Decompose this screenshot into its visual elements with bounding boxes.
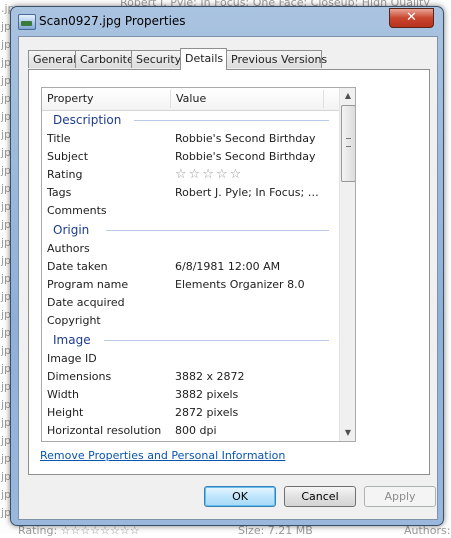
remove-properties-link[interactable]: Remove Properties and Personal Informati… <box>40 449 285 462</box>
group-label: Origin <box>53 223 90 237</box>
property-name: Date acquired <box>47 296 125 309</box>
properties-dialog: Scan0927.jpg Properties ✕ General Carbon… <box>10 6 444 526</box>
scroll-down-arrow-icon[interactable]: ▼ <box>340 425 355 441</box>
tab-carbonite[interactable]: Carbonite <box>75 50 134 68</box>
table-row[interactable]: Height 2872 pixels <box>42 404 339 422</box>
group-divider-line <box>104 340 329 341</box>
table-row[interactable]: Comments <box>42 202 339 220</box>
group-description[interactable]: Description <box>42 110 339 130</box>
details-tab-panel: Property Value Description Title Robbie's… <box>28 69 430 475</box>
property-value[interactable]: 3882 pixels <box>175 386 325 404</box>
scroll-up-arrow-icon[interactable]: ▲ <box>340 88 355 104</box>
table-row[interactable]: Tags Robert J. Pyle; In Focus; O... <box>42 184 339 202</box>
column-divider[interactable] <box>170 90 171 108</box>
property-value[interactable]: 6/8/1981 12:00 AM <box>175 258 325 276</box>
rating-stars[interactable]: ☆☆☆☆☆ <box>175 166 325 184</box>
property-name: Height <box>47 406 84 419</box>
property-name: Width <box>47 388 79 401</box>
table-row[interactable]: Date taken 6/8/1981 12:00 AM <box>42 258 339 276</box>
property-value[interactable]: Robert J. Pyle; In Focus; O... <box>175 184 325 202</box>
tab-security[interactable]: Security <box>131 50 181 68</box>
group-origin[interactable]: Origin <box>42 220 339 240</box>
property-name: Program name <box>47 278 129 291</box>
group-label: Description <box>53 113 122 127</box>
property-name: Rating <box>47 168 83 181</box>
column-header-value[interactable]: Value <box>176 92 206 105</box>
property-value[interactable]: 2872 pixels <box>175 404 325 422</box>
cancel-button[interactable]: Cancel <box>284 486 356 507</box>
property-value[interactable]: 800 dpi <box>175 422 325 440</box>
property-rows: Description Title Robbie's Second Birthda… <box>42 110 339 440</box>
group-image[interactable]: Image <box>42 330 339 350</box>
property-name: Comments <box>47 204 107 217</box>
tab-previous-versions[interactable]: Previous Versions <box>226 50 327 68</box>
property-name: Horizontal resolution <box>47 424 162 437</box>
property-name: Tags <box>47 186 72 199</box>
property-value[interactable]: Robbie's Second Birthday <box>175 130 325 148</box>
list-header: Property Value <box>42 88 339 111</box>
table-row[interactable]: Program name Elements Organizer 8.0 <box>42 276 339 294</box>
window-title: Scan0927.jpg Properties <box>39 14 186 28</box>
property-value[interactable]: Robbie's Second Birthday <box>175 148 325 166</box>
property-name: Copyright <box>47 314 101 327</box>
group-divider-line <box>106 230 329 231</box>
dialog-client-area: General Carbonite Security Details Previ… <box>18 36 438 520</box>
table-row[interactable]: Horizontal resolution 800 dpi <box>42 422 339 440</box>
jpg-file-icon <box>18 14 36 30</box>
tab-details[interactable]: Details <box>180 48 227 70</box>
group-label: Image <box>53 333 91 347</box>
vertical-scrollbar[interactable]: ▲ ▼ <box>339 88 355 441</box>
tab-general[interactable]: General <box>28 50 76 68</box>
property-name: Date taken <box>47 260 108 273</box>
property-value[interactable]: Elements Organizer 8.0 <box>175 276 325 294</box>
apply-button[interactable]: Apply <box>364 486 436 507</box>
title-bar[interactable]: Scan0927.jpg Properties ✕ <box>11 7 443 35</box>
table-row[interactable]: Width 3882 pixels <box>42 386 339 404</box>
table-row[interactable]: Rating ☆☆☆☆☆ <box>42 166 339 184</box>
table-row[interactable]: Date acquired <box>42 294 339 312</box>
scrollbar-thumb[interactable] <box>341 105 355 182</box>
table-row[interactable]: Copyright <box>42 312 339 330</box>
column-divider[interactable] <box>323 90 324 108</box>
property-name: Image ID <box>47 352 97 365</box>
property-name: Dimensions <box>47 370 112 383</box>
property-name: Subject <box>47 150 89 163</box>
property-value[interactable]: 3882 x 2872 <box>175 368 325 386</box>
table-row[interactable]: Title Robbie's Second Birthday <box>42 130 339 148</box>
ok-button[interactable]: OK <box>204 486 276 507</box>
group-divider-line <box>134 120 329 121</box>
table-row[interactable]: Image ID <box>42 350 339 368</box>
close-button[interactable]: ✕ <box>389 8 434 28</box>
table-row[interactable]: Dimensions 3882 x 2872 <box>42 368 339 386</box>
column-header-property[interactable]: Property <box>47 92 94 105</box>
property-list[interactable]: Property Value Description Title Robbie's… <box>41 87 356 442</box>
table-row[interactable]: Authors <box>42 240 339 258</box>
property-name: Authors <box>47 242 90 255</box>
table-row[interactable]: Subject Robbie's Second Birthday <box>42 148 339 166</box>
property-name: Title <box>47 132 71 145</box>
background-status-row: Rating: ☆☆☆☆☆☆☆☆ Size: 7.21 MB Authors: <box>0 524 451 538</box>
